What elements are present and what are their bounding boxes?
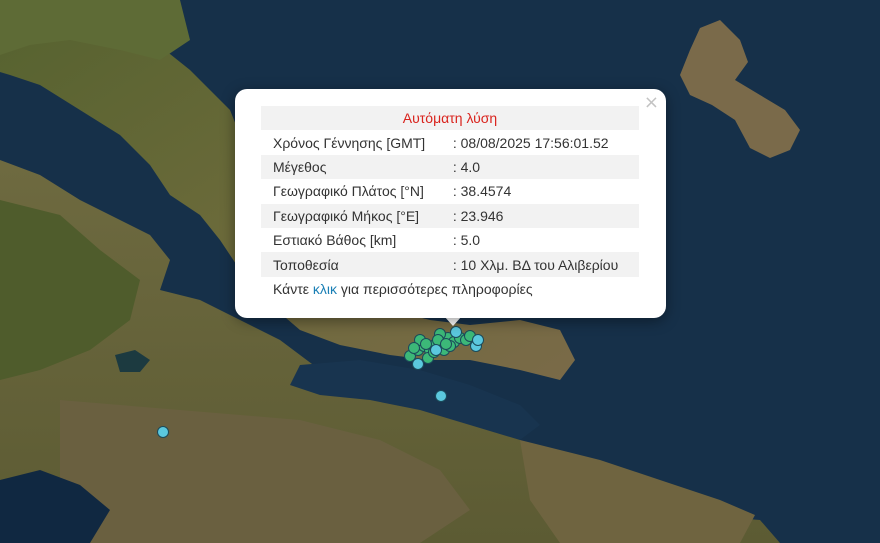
value-magnitude: : 4.0: [444, 154, 639, 180]
earthquake-marker[interactable]: [408, 342, 420, 354]
earthquake-info-table: Αυτόματη λύση Χρόνος Γέννησης [GMT] : 08…: [261, 106, 639, 301]
value-origin-time: : 08/08/2025 17:56:01.52: [452, 134, 609, 151]
value-longitude: : 23.946: [444, 203, 639, 228]
label-origin-time: Χρόνος Γέννησης [GMT]: [273, 134, 426, 151]
label-magnitude: Μέγεθος: [261, 154, 445, 180]
label-latitude: Γεωγραφικό Πλάτος [°N]: [273, 183, 424, 200]
label-depth: Εστιακό Βάθος [km]: [273, 232, 397, 249]
popup-title: Αυτόματη λύση: [261, 106, 639, 131]
value-depth: : 5.0: [452, 232, 481, 249]
earthquake-popup: × Αυτόματη λύση Χρόνος Γέννησης [GMT] : …: [235, 89, 666, 318]
earthquake-marker[interactable]: [435, 390, 447, 402]
close-icon[interactable]: ×: [644, 94, 659, 112]
earthquake-marker[interactable]: [412, 358, 424, 370]
label-location: Τοποθεσία: [261, 252, 445, 277]
value-latitude: : 38.4574: [452, 183, 512, 200]
popup-footer: Κάντε κλικ για περισσότερες πληροφορίες: [261, 277, 639, 301]
footer-text-before: Κάντε: [273, 280, 313, 297]
more-info-link[interactable]: κλικ: [313, 281, 337, 297]
earthquake-marker[interactable]: [472, 334, 484, 346]
label-longitude: Γεωγραφικό Μήκος [°E]: [261, 203, 445, 228]
earthquake-marker[interactable]: [157, 426, 169, 438]
footer-text-after: για περισσότερες πληροφορίες: [337, 280, 533, 297]
earthquake-marker[interactable]: [430, 344, 442, 356]
map[interactable]: × Αυτόματη λύση Χρόνος Γέννησης [GMT] : …: [0, 0, 880, 543]
value-location: : 10 Χλμ. ΒΔ του Αλιβερίου: [444, 252, 639, 277]
